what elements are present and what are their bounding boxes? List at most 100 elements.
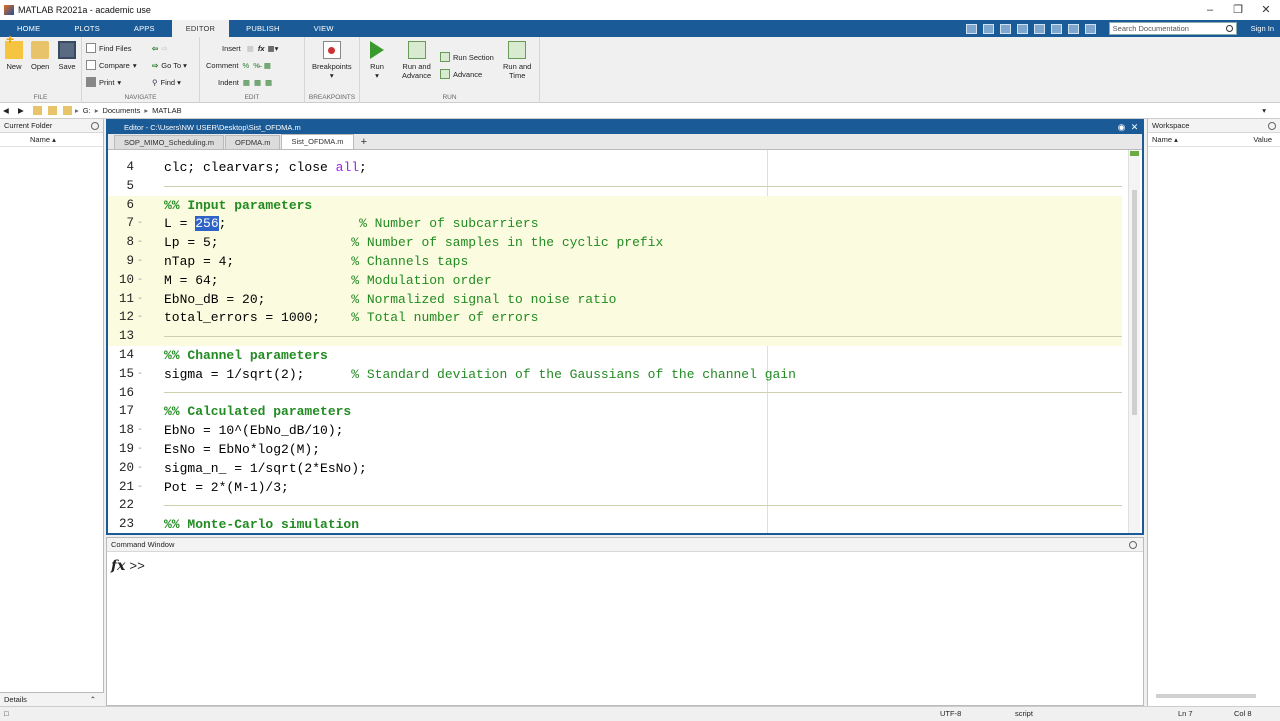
breakpoint-gutter[interactable]: - xyxy=(137,290,143,309)
scrollbar-thumb[interactable] xyxy=(1132,190,1137,415)
code-line[interactable]: 11- EbNo_dB = 20; % Normalized signal to … xyxy=(108,289,1122,309)
code-editor[interactable]: 4 clc; clearvars; close all; 5 6 %% Input pa… xyxy=(108,150,1128,533)
breakpoint-gutter[interactable]: - xyxy=(137,421,143,440)
wrap-comment-icon[interactable]: ▦ xyxy=(264,61,271,70)
code-line[interactable]: 7- L = 256; % Number of subcarriers xyxy=(108,214,1122,234)
line-number[interactable]: 6 xyxy=(108,196,134,215)
tab-apps[interactable]: APPS xyxy=(117,20,172,37)
crumb-documents[interactable]: Documents xyxy=(102,106,140,115)
find-files-button[interactable]: Find Files xyxy=(86,42,132,54)
tab-publish[interactable]: PUBLISH xyxy=(229,20,297,37)
find-button[interactable]: ⚲ Find ▾ xyxy=(152,76,181,88)
workspace-name-column[interactable]: Name ▴ xyxy=(1152,133,1178,147)
breakpoint-gutter[interactable]: - xyxy=(137,365,143,384)
code-line[interactable]: 6 %% Input parameters xyxy=(108,195,1122,215)
line-number[interactable]: 20 xyxy=(108,459,134,478)
code-line[interactable]: 17 %% Calculated parameters xyxy=(108,402,1122,421)
line-number[interactable]: 14 xyxy=(108,346,134,365)
code-line[interactable]: 10- M = 64; % Modulation order xyxy=(108,270,1122,290)
go-to-button[interactable]: ⇨ Go To ▾ xyxy=(152,59,187,71)
line-number[interactable]: 17 xyxy=(108,402,134,421)
workspace-actions-icon[interactable] xyxy=(1268,122,1276,130)
switch-windows-icon[interactable] xyxy=(1067,23,1079,34)
comment-button[interactable]: Comment % %̶ ▦ xyxy=(206,59,271,71)
editor-close-icon[interactable]: ✕ xyxy=(1130,123,1139,132)
code-line[interactable]: 14 %% Channel parameters xyxy=(108,346,1122,365)
line-number[interactable]: 7 xyxy=(108,214,134,233)
back-arrow-icon[interactable]: ⇦ xyxy=(152,44,158,53)
code-line[interactable]: 23 %% Monte-Carlo simulation xyxy=(108,515,1122,533)
line-number[interactable]: 12 xyxy=(108,308,134,327)
sign-in-link[interactable]: Sign In xyxy=(1251,24,1274,33)
crumb-matlab[interactable]: MATLAB xyxy=(152,106,181,115)
editor-actions-icon[interactable]: ◉ xyxy=(1117,123,1126,132)
breakpoint-gutter[interactable]: - xyxy=(137,233,143,252)
quick-paste-icon[interactable] xyxy=(1016,23,1028,34)
code-line[interactable]: 9- nTap = 4; % Channels taps xyxy=(108,252,1122,271)
fx-function-browser-icon[interactable]: fx xyxy=(111,558,125,574)
line-number[interactable]: 5 xyxy=(108,177,134,196)
print-button[interactable]: Print ▾ xyxy=(86,76,121,88)
line-number[interactable]: 16 xyxy=(108,384,134,403)
restore-icon[interactable]: ❐ xyxy=(1224,0,1252,20)
editor-scrollbar[interactable] xyxy=(1128,150,1140,533)
undo-icon[interactable] xyxy=(1033,23,1045,34)
workspace-value-column[interactable]: Value xyxy=(1253,133,1272,147)
name-column-header[interactable]: Name ▴ xyxy=(0,133,103,147)
up-folder-icon[interactable] xyxy=(33,106,42,115)
decrease-indent-icon[interactable]: ▦ xyxy=(265,78,272,87)
browse-folder-icon[interactable] xyxy=(63,106,72,115)
breakpoint-gutter[interactable]: - xyxy=(137,252,143,271)
breakpoints-button[interactable]: Breakpoints ▾ xyxy=(312,41,352,80)
file-tab-sist-ofdma[interactable]: Sist_OFDMA.m xyxy=(281,134,354,149)
command-window-actions-icon[interactable] xyxy=(1129,541,1137,549)
line-number[interactable]: 21 xyxy=(108,478,134,497)
code-line[interactable]: 21- Pot = 2*(M-1)/3; xyxy=(108,478,1122,497)
code-line[interactable]: 12- total_errors = 1000; % Total number o… xyxy=(108,308,1122,328)
close-icon[interactable]: ✕ xyxy=(1252,0,1280,20)
run-section-button[interactable]: Run Section xyxy=(440,51,494,63)
code-line[interactable]: 8- Lp = 5; % Number of samples in the cyc… xyxy=(108,233,1122,253)
compare-button[interactable]: Compare ▾ xyxy=(86,59,137,71)
line-number[interactable]: 23 xyxy=(108,515,134,533)
line-number[interactable]: 10 xyxy=(108,271,134,290)
tab-plots[interactable]: PLOTS xyxy=(57,20,117,37)
breakpoint-gutter[interactable]: - xyxy=(137,271,143,290)
folder-icon[interactable] xyxy=(48,106,57,115)
fx-insert-icon[interactable]: fx xyxy=(258,44,265,53)
tab-view[interactable]: VIEW xyxy=(297,20,351,37)
breakpoint-gutter[interactable]: - xyxy=(137,459,143,478)
redo-icon[interactable] xyxy=(1050,23,1062,34)
search-icon[interactable] xyxy=(1225,25,1233,32)
details-panel-toggle[interactable]: Details ⌃ xyxy=(0,692,104,706)
file-tab-sop-mimo[interactable]: SOP_MIMO_Scheduling.m xyxy=(114,135,225,149)
line-number[interactable]: 11 xyxy=(108,290,134,309)
run-and-time-button[interactable]: Run and Time xyxy=(503,41,531,80)
open-button[interactable]: Open xyxy=(31,41,49,71)
breakpoint-gutter[interactable]: - xyxy=(137,440,143,459)
quick-save-icon[interactable] xyxy=(965,23,977,34)
back-icon[interactable]: ◀ xyxy=(3,106,12,115)
run-and-advance-button[interactable]: Run and Advance xyxy=(402,41,431,80)
smart-indent-icon[interactable]: ▦ xyxy=(243,78,250,87)
insert-button[interactable]: Insert ▦ fx ▦▾ xyxy=(222,42,278,54)
indent-button[interactable]: Indent ▦ ▦ ▦ xyxy=(218,76,272,88)
breakpoint-gutter[interactable]: - xyxy=(137,478,143,497)
code-line[interactable]: 15- sigma = 1/sqrt(2); % Standard deviati… xyxy=(108,365,1122,384)
run-button[interactable]: Run ▾ xyxy=(370,41,384,80)
command-prompt[interactable]: >> xyxy=(129,559,145,574)
quick-cut-icon[interactable] xyxy=(982,23,994,34)
save-button[interactable]: Save xyxy=(58,41,76,71)
uncomment-icon[interactable]: %̶ xyxy=(253,61,260,70)
help-icon[interactable] xyxy=(1084,23,1096,34)
code-line[interactable]: 18- EbNo = 10^(EbNo_dB/10); xyxy=(108,421,1122,440)
quick-copy-icon[interactable] xyxy=(999,23,1011,34)
comment-icon[interactable]: % xyxy=(243,61,250,70)
search-documentation-input[interactable]: Search Documentation xyxy=(1108,22,1237,35)
line-number[interactable]: 13 xyxy=(108,327,134,346)
code-line[interactable]: 20- sigma_n_ = 1/sqrt(2*EsNo); xyxy=(108,459,1122,478)
workspace-hscrollbar[interactable] xyxy=(1156,694,1256,698)
code-line[interactable]: 19- EsNo = EbNo*log2(M); xyxy=(108,440,1122,459)
line-number[interactable]: 18 xyxy=(108,421,134,440)
advance-button[interactable]: Advance xyxy=(440,68,482,80)
